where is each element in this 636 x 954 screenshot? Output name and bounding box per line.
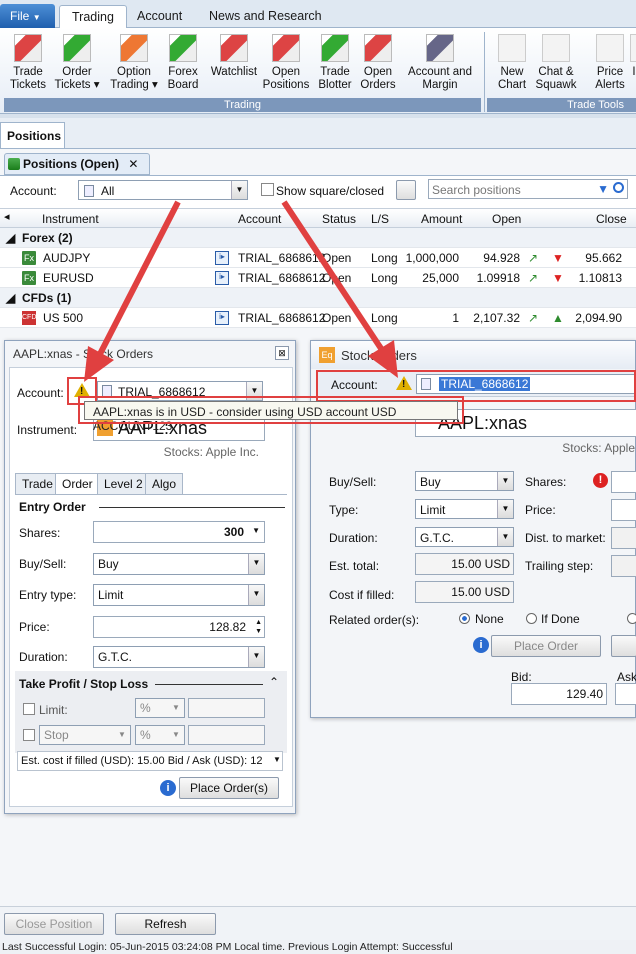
status-bar: Last Successful Login: 05-Jun-2015 03:24…: [0, 940, 636, 954]
annotation-arrow-right: [281, 200, 385, 352]
arrowhead-right-icon: [368, 340, 398, 378]
annotation-arrows: [84, 200, 398, 382]
status-text: Last Successful Login: 05-Jun-2015 03:24…: [2, 941, 453, 953]
annotation-arrow-left: [97, 200, 181, 356]
refresh-button[interactable]: Refresh: [115, 913, 216, 935]
close-position-button[interactable]: Close Position: [4, 913, 104, 935]
